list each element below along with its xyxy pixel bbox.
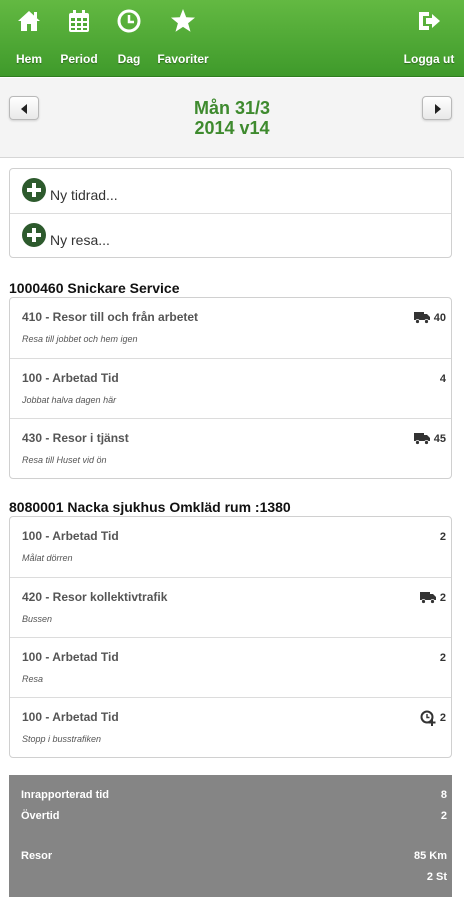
entry-description: Resa [22, 674, 44, 684]
truck-icon [414, 433, 430, 445]
plus-circle-icon [22, 223, 46, 247]
sign-out-icon [419, 12, 440, 30]
time-entry-row[interactable]: 430 - Resor i tjänst Resa till Huset vid… [10, 418, 451, 478]
nav-favorites-button[interactable]: Favoriter [156, 0, 210, 77]
star-icon [171, 9, 195, 32]
overtime-value: 2 [440, 810, 447, 822]
new-trip-button[interactable]: Ny resa... [10, 213, 451, 257]
trips-distance-value: 85 Km [413, 850, 447, 862]
nav-period-button[interactable]: Period [56, 0, 102, 77]
new-trip-label: Ny resa... [50, 232, 110, 248]
entry-value: 2 [439, 652, 446, 664]
entry-description: Resa till jobbet och hem igen [22, 334, 138, 344]
add-actions-list: Ny tidrad... Ny resa... [9, 168, 452, 258]
summary-panel: Inrapporterad tid 8 Övertid 2 Resor 85 K… [9, 775, 452, 897]
year-week-label: 2014 v14 [194, 118, 270, 138]
overtime-label: Övertid [21, 810, 60, 822]
clock-icon [117, 9, 141, 33]
previous-day-button[interactable] [9, 96, 39, 120]
entry-value: 2 [439, 531, 446, 543]
entry-title: 100 - Arbetad Tid [22, 650, 119, 664]
clock-plus-icon [420, 710, 436, 726]
time-entry-row[interactable]: 420 - Resor kollektivtrafik Bussen 2 [10, 577, 451, 637]
top-navigation-bar: Hem Period Dag Favoriter Logga ut [0, 0, 464, 77]
project-entries-list: 410 - Resor till och från arbetet Resa t… [9, 297, 452, 479]
entry-value: 2 [439, 592, 446, 604]
entry-value: 2 [439, 712, 446, 724]
project-entries-list: 100 - Arbetad Tid Målat dörren 2 420 - R… [9, 516, 452, 758]
caret-right-icon [435, 104, 441, 114]
entry-value: 40 [433, 312, 446, 324]
entry-title: 100 - Arbetad Tid [22, 710, 119, 724]
caret-left-icon [21, 104, 27, 114]
nav-logout-button[interactable]: Logga ut [398, 0, 460, 77]
time-entry-row[interactable]: 410 - Resor till och från arbetet Resa t… [10, 298, 451, 358]
entry-value: 45 [433, 433, 446, 445]
nav-day-label: Dag [117, 52, 141, 66]
new-time-row-label: Ny tidrad... [50, 187, 118, 203]
entry-title: 410 - Resor till och från arbetet [22, 310, 199, 324]
next-day-button[interactable] [422, 96, 452, 120]
time-entry-row[interactable]: 100 - Arbetad Tid Målat dörren 2 [10, 517, 451, 577]
reported-time-label: Inrapporterad tid [21, 789, 110, 801]
calendar-icon [69, 10, 89, 32]
nav-favorites-label: Favoriter [157, 52, 209, 66]
truck-icon [414, 312, 430, 324]
trips-label: Resor [21, 850, 53, 862]
entry-description: Målat dörren [22, 553, 73, 563]
entry-title: 430 - Resor i tjänst [22, 431, 129, 445]
truck-icon [420, 592, 436, 604]
trips-count-value: 2 St [426, 871, 447, 883]
project-title: 8080001 Nacka sjukhus Omkläd rum :1380 [9, 499, 291, 515]
date-header: Mån 31/3 2014 v14 [0, 78, 464, 158]
reported-time-value: 8 [440, 789, 447, 801]
time-entry-row[interactable]: 100 - Arbetad Tid Jobbat halva dagen här… [10, 358, 451, 418]
entry-description: Jobbat halva dagen här [22, 395, 117, 405]
plus-circle-icon [22, 178, 46, 202]
time-entry-row[interactable]: 100 - Arbetad Tid Resa 2 [10, 637, 451, 697]
entry-description: Bussen [22, 614, 53, 624]
entry-title: 100 - Arbetad Tid [22, 371, 119, 385]
project-title: 1000460 Snickare Service [9, 280, 180, 296]
home-icon [18, 11, 40, 31]
nav-day-button[interactable]: Dag [108, 0, 150, 77]
nav-period-label: Period [60, 52, 98, 66]
nav-home-label: Hem [15, 52, 42, 66]
entry-description: Resa till Huset vid ön [22, 455, 107, 465]
date-label: Mån 31/3 [193, 98, 271, 118]
entry-value: 4 [439, 373, 446, 385]
nav-home-button[interactable]: Hem [6, 0, 52, 77]
entry-title: 100 - Arbetad Tid [22, 529, 119, 543]
nav-logout-label: Logga ut [403, 52, 455, 66]
new-time-row-button[interactable]: Ny tidrad... [10, 169, 451, 213]
entry-title: 420 - Resor kollektivtrafik [22, 590, 168, 604]
time-entry-row[interactable]: 100 - Arbetad Tid Stopp i busstrafiken 2 [10, 697, 451, 757]
entry-description: Stopp i busstrafiken [22, 734, 102, 744]
